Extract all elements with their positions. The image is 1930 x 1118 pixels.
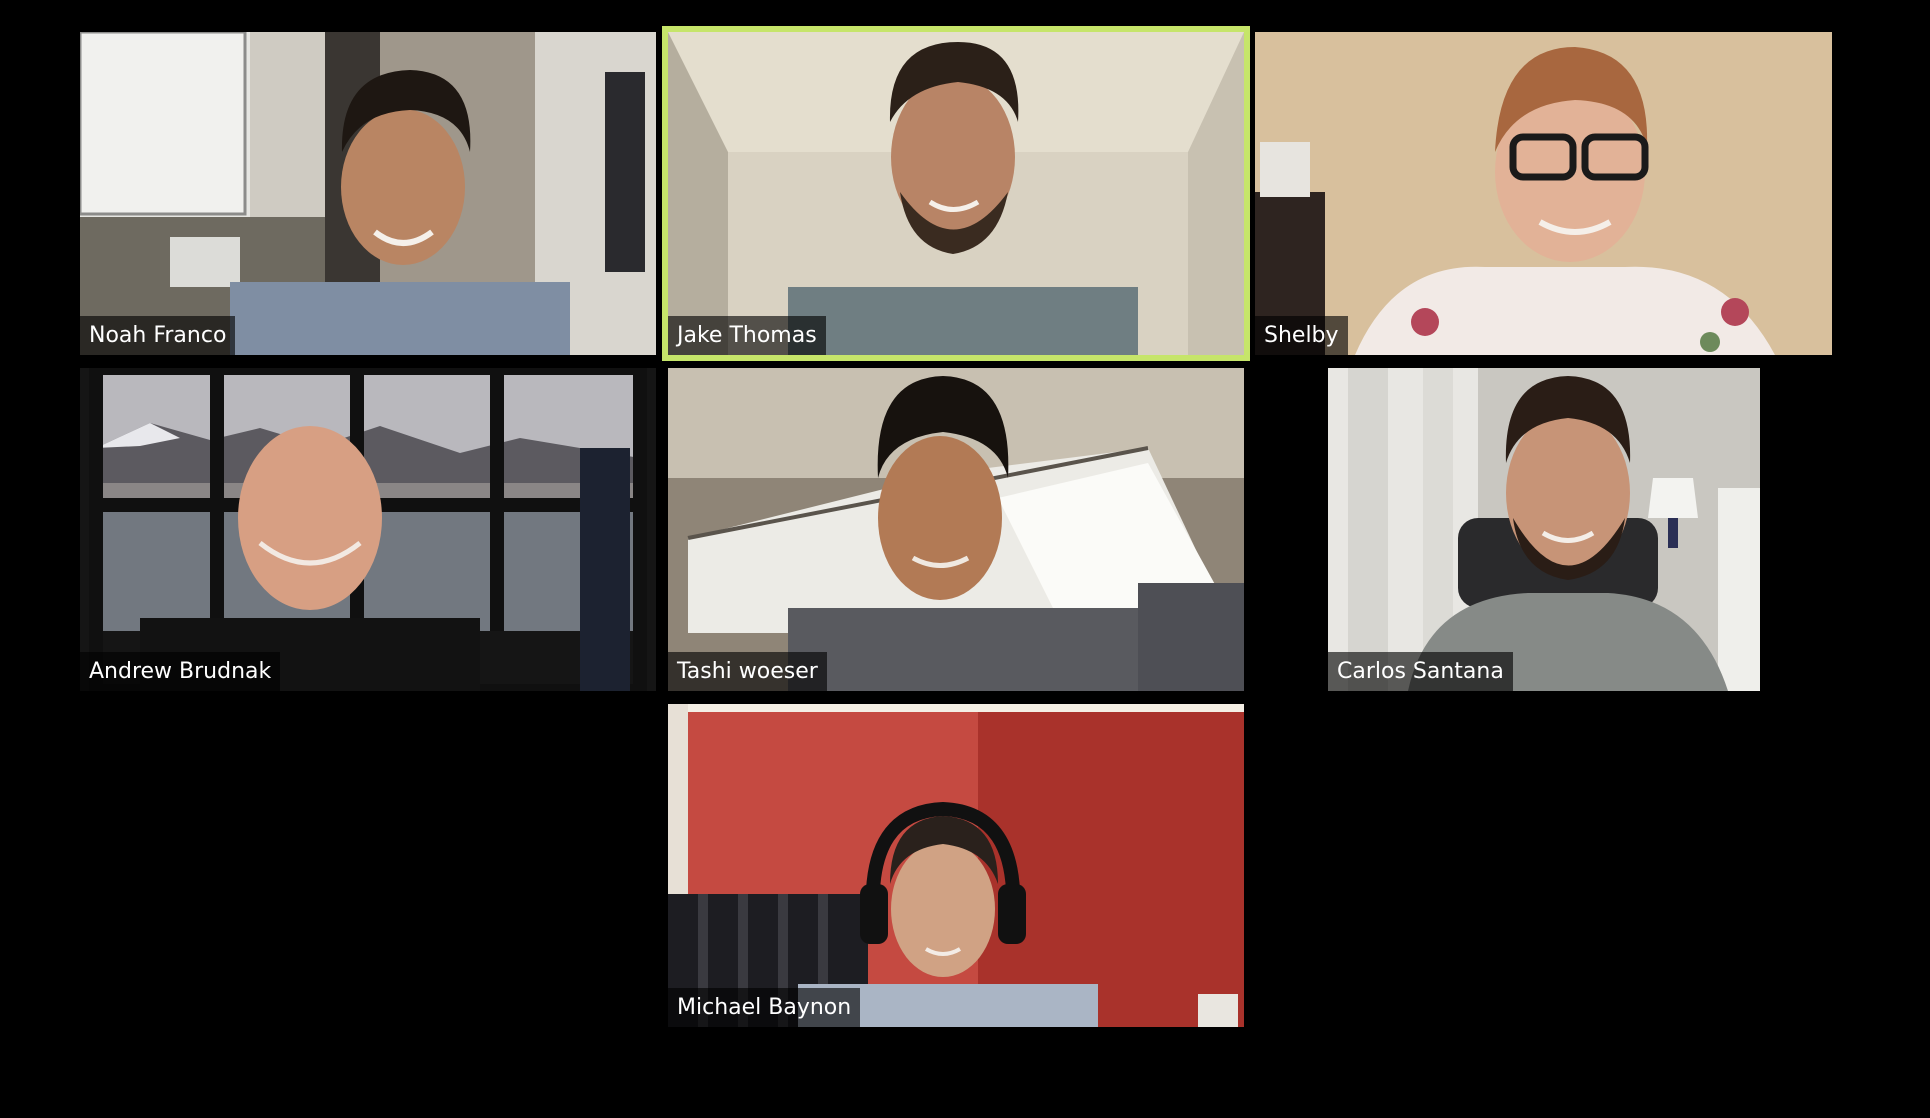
video-feed-andrew-brudnak xyxy=(80,368,656,691)
video-tile-noah-franco[interactable]: Noah Franco xyxy=(80,32,656,355)
participant-name-label: Andrew Brudnak xyxy=(80,652,281,691)
participant-name-label: Carlos Santana xyxy=(1328,652,1513,691)
video-tile-shelby[interactable]: Shelby xyxy=(1255,32,1832,355)
participant-name-label: Tashi woeser xyxy=(668,652,827,691)
video-tile-carlos-santana[interactable]: Carlos Santana xyxy=(1328,368,1760,691)
video-feed-jake-thomas xyxy=(668,32,1244,355)
video-feed-carlos-santana xyxy=(1328,368,1760,691)
video-feed-noah-franco xyxy=(80,32,656,355)
video-tile-michael-baynon[interactable]: Michael Baynon xyxy=(668,704,1244,1027)
participant-name-label: Noah Franco xyxy=(80,316,236,355)
video-tile-jake-thomas[interactable]: Jake Thomas xyxy=(662,26,1250,361)
gallery-view: Noah Franco Jake Thomas Shelby Andrew Br… xyxy=(0,0,1930,1118)
video-tile-tashi-woeser[interactable]: Tashi woeser xyxy=(668,368,1244,691)
participant-name-label: Shelby xyxy=(1255,316,1348,355)
participant-name-label: Michael Baynon xyxy=(668,988,861,1027)
video-feed-shelby xyxy=(1255,32,1832,355)
video-feed-tashi-woeser xyxy=(668,368,1244,691)
video-feed-michael-baynon xyxy=(668,704,1244,1027)
video-tile-andrew-brudnak[interactable]: Andrew Brudnak xyxy=(80,368,656,691)
participant-name-label: Jake Thomas xyxy=(668,316,826,355)
